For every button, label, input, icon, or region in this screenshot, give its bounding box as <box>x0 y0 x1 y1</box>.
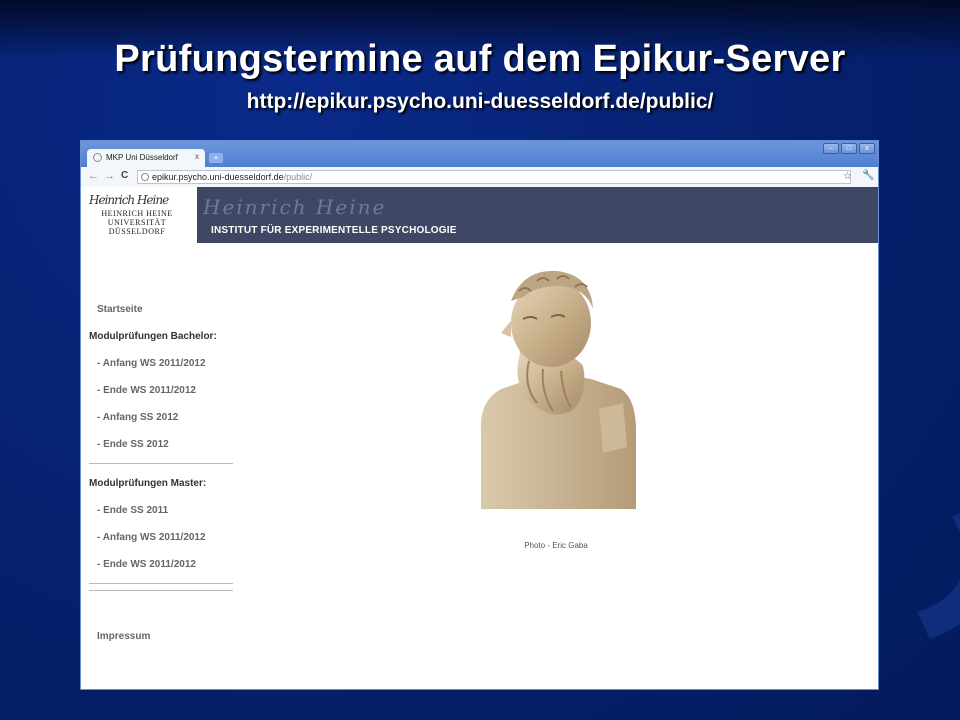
photo-caption: Photo - Eric Gaba <box>524 541 588 550</box>
logo-signature: Heinrich Heine <box>89 193 169 207</box>
browser-window: MKP Uni Düsseldorf x + – □ x ← → C epiku… <box>80 140 879 690</box>
epicurus-bust-photo <box>480 270 636 509</box>
nav-divider <box>89 463 233 464</box>
reload-icon[interactable]: C <box>121 170 128 181</box>
forward-icon[interactable]: → <box>104 170 115 182</box>
nav-heading-bachelor: Modulprüfungen Bachelor: <box>89 331 217 342</box>
logo-line: UNIVERSITÄT <box>107 218 167 227</box>
close-button[interactable]: x <box>859 143 875 154</box>
banner-signature: Heinrich Heine <box>203 195 387 219</box>
nav-divider <box>89 590 233 591</box>
site-sidebar-nav: Startseite Modulprüfungen Bachelor: - An… <box>81 243 241 689</box>
university-logo[interactable]: Heinrich Heine HEINRICH HEINE UNIVERSITÄ… <box>81 187 197 243</box>
nav-bachelor-link[interactable]: - Ende SS 2012 <box>97 439 169 450</box>
nav-impressum[interactable]: Impressum <box>97 631 150 642</box>
browser-toolbar: ← → C epikur.psycho.uni-duesseldorf.de/p… <box>81 167 878 188</box>
page-icon <box>141 173 149 181</box>
browser-title-bar: MKP Uni Düsseldorf x + – □ x <box>81 141 878 167</box>
favicon-icon <box>93 153 102 162</box>
nav-divider <box>89 583 233 584</box>
browser-tab[interactable]: MKP Uni Düsseldorf x <box>87 149 205 167</box>
tab-label: MKP Uni Düsseldorf <box>106 153 178 162</box>
maximize-button[interactable]: □ <box>841 143 857 154</box>
nav-bachelor-link[interactable]: - Ende WS 2011/2012 <box>97 385 196 396</box>
wrench-icon[interactable]: 🔧 <box>862 170 874 181</box>
new-tab-button[interactable]: + <box>209 153 223 163</box>
url-host: epikur.psycho.uni-duesseldorf.de <box>152 172 284 182</box>
banner-title: INSTITUT FÜR EXPERIMENTELLE PSYCHOLOGIE <box>211 225 457 236</box>
back-icon[interactable]: ← <box>88 170 99 182</box>
nav-startseite[interactable]: Startseite <box>97 304 143 315</box>
nav-bachelor-link[interactable]: - Anfang SS 2012 <box>97 412 178 423</box>
minimize-button[interactable]: – <box>823 143 839 154</box>
logo-text: HEINRICH HEINE UNIVERSITÄT DÜSSELDORF <box>99 209 175 236</box>
slide-subtitle: http://epikur.psycho.uni-duesseldorf.de/… <box>246 90 714 113</box>
nav-master-link[interactable]: - Ende WS 2011/2012 <box>97 559 196 570</box>
nav-master-link[interactable]: - Anfang WS 2011/2012 <box>97 532 206 543</box>
url-path: /public/ <box>283 172 313 182</box>
nav-heading-master: Modulprüfungen Master: <box>89 478 207 489</box>
nav-master-link[interactable]: - Ende SS 2011 <box>97 505 168 516</box>
site-banner: Heinrich Heine INSTITUT FÜR EXPERIMENTEL… <box>197 187 878 243</box>
address-bar[interactable]: epikur.psycho.uni-duesseldorf.de/public/ <box>137 170 851 184</box>
slide-title: Prüfungstermine auf dem Epikur-Server <box>114 38 846 80</box>
tab-close-icon[interactable]: x <box>195 152 199 161</box>
nav-bachelor-link[interactable]: - Anfang WS 2011/2012 <box>97 358 206 369</box>
star-icon[interactable]: ☆ <box>843 171 852 182</box>
logo-line: HEINRICH HEINE <box>101 209 173 218</box>
logo-line: DÜSSELDORF <box>108 227 166 236</box>
